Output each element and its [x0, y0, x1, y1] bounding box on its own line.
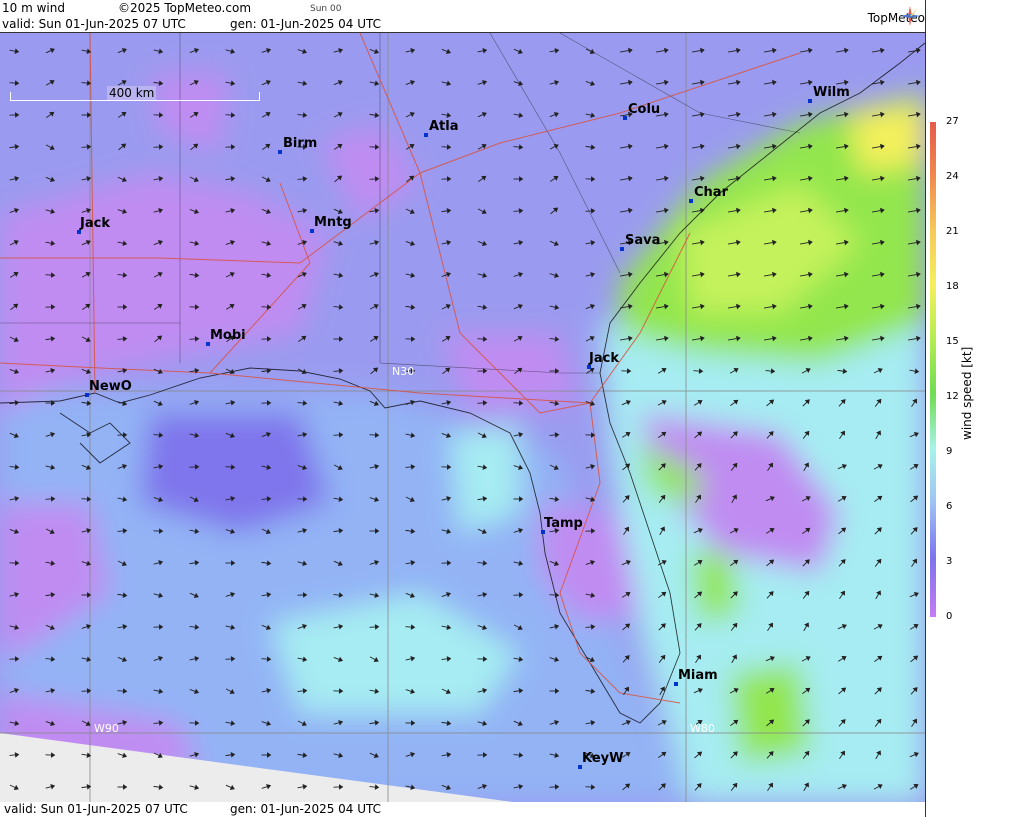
city-mobi[interactable]: Mobi [210, 328, 246, 343]
lat-label-n30: N30 [392, 365, 415, 378]
city-keyw[interactable]: KeyW [582, 751, 623, 766]
header: 10 m wind ©2025 TopMeteo.com Sun 00 vali… [0, 0, 1017, 32]
legend-tick: 24 [946, 171, 959, 182]
city-jack-ms[interactable]: Jack [80, 216, 110, 231]
copyright[interactable]: ©2025 TopMeteo.com [118, 1, 251, 15]
city-jack-fl[interactable]: Jack [589, 351, 619, 366]
valid-time: valid: Sun 01-Jun-2025 07 UTC [2, 17, 186, 31]
lon-label-w90: W90 [94, 722, 119, 735]
lon-label-w80: W80 [690, 722, 715, 735]
city-wilm[interactable]: Wilm [813, 85, 850, 100]
city-mntg[interactable]: Mntg [314, 215, 352, 230]
wind-map[interactable]: 400 km N30 W90 W80 Atla Colu Wilm Birm C… [0, 32, 925, 804]
city-marker [623, 116, 627, 120]
city-tamp[interactable]: Tamp [544, 516, 583, 531]
city-sava[interactable]: Sava [625, 233, 660, 248]
run-tab[interactable]: Sun 00 [310, 4, 341, 14]
legend-tick: 18 [946, 281, 959, 292]
scale-label: 400 km [107, 86, 157, 100]
city-atla[interactable]: Atla [429, 119, 459, 134]
city-marker [689, 199, 693, 203]
footer: valid: Sun 01-Jun-2025 07 UTC gen: 01-Ju… [0, 802, 1017, 817]
footer-valid-time: valid: Sun 01-Jun-2025 07 UTC [4, 802, 188, 816]
legend-tick: 9 [946, 446, 953, 457]
legend-tick: 15 [946, 336, 959, 347]
city-colu[interactable]: Colu [628, 102, 660, 117]
legend-title: wind speed [kt] [960, 346, 974, 440]
generated-time: gen: 01-Jun-2025 04 UTC [230, 17, 382, 31]
legend-tick: 0 [946, 611, 953, 622]
legend-colorbar [930, 122, 936, 617]
legend-tick: 27 [946, 116, 959, 127]
legend-tick: 3 [946, 556, 953, 567]
city-birm[interactable]: Birm [283, 136, 317, 151]
footer-generated-time: gen: 01-Jun-2025 04 UTC [230, 802, 382, 816]
city-newo[interactable]: NewO [89, 379, 132, 394]
city-char[interactable]: Char [694, 185, 728, 200]
city-miam[interactable]: Miam [678, 668, 718, 683]
city-marker [620, 247, 624, 251]
legend-tick: 6 [946, 501, 953, 512]
city-marker [278, 150, 282, 154]
city-marker [424, 133, 428, 137]
compass-logo-icon [900, 6, 920, 26]
city-marker [808, 99, 812, 103]
wind-map-canvas [0, 33, 925, 803]
map-title: 10 m wind [2, 1, 65, 15]
legend-tick: 12 [946, 391, 959, 402]
legend-tick: 21 [946, 226, 959, 237]
